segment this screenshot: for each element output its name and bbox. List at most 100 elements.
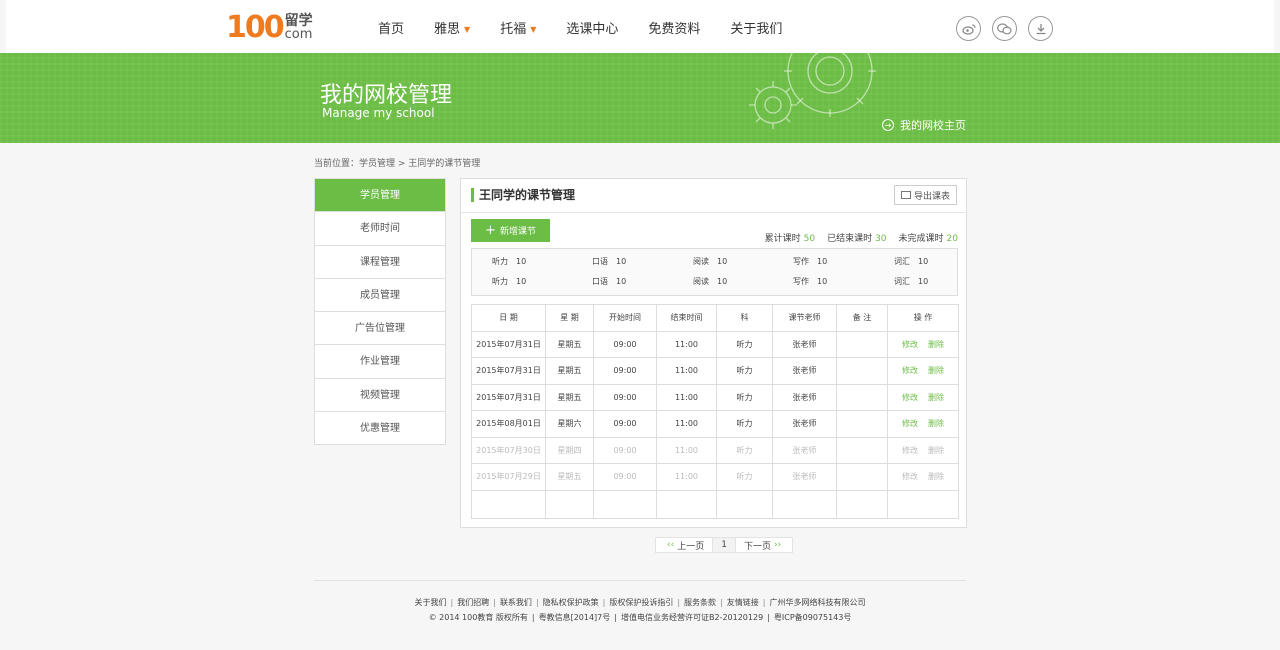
cell-note [836,436,888,464]
cell-start: 09:00 [593,383,657,411]
sidebar-item-6[interactable]: 视频管理 [315,379,445,413]
summary-value: 10 [817,257,828,266]
cell-actions: 修改 删除 [887,463,959,491]
add-lesson-button[interactable]: + 新增课节 [471,219,550,242]
footer-link[interactable]: 服务条款 [684,598,716,607]
edit-link[interactable]: 修改 [902,446,918,455]
current-page[interactable]: 1 [713,537,735,553]
cell-end: 11:00 [656,330,717,358]
footer-link[interactable]: 隐私权保护政策 [543,598,599,607]
summary-key: 听力 [492,277,508,286]
delete-link[interactable]: 删除 [928,419,944,428]
summary-value: 10 [616,257,627,266]
nav-item-4[interactable]: 免费资料 [648,0,700,60]
delete-link[interactable]: 删除 [928,446,944,455]
nav-item-0[interactable]: 首页 [378,0,404,60]
footer-link[interactable]: 我们招聘 [457,598,489,607]
logo-com: com [284,27,313,42]
summary-cell: 词汇 10 [894,256,928,267]
wechat-icon[interactable] [992,16,1017,41]
summary-value: 10 [918,277,929,286]
prev-page-button[interactable]: ‹‹ 上一页 [655,537,714,553]
nav-item-1[interactable]: 雅思 ▼ [434,0,470,60]
summary-cell: 阅读 10 [693,276,727,287]
summary-cell: 听力 10 [492,256,526,267]
my-school-link[interactable]: → 我的网校主页 [882,117,966,133]
column-header: 星 期 [545,304,594,332]
lesson-stats: 累计课时 50 已结束课时 30 未完成课时 20 [753,231,958,244]
empty-cell [545,489,594,519]
nav-item-label: 免费资料 [648,22,701,37]
separator: | [767,613,770,622]
table-row: 2015年07月31日 星期五 09:00 11:00 听力 张老师 修改 删除 [471,383,959,411]
stat-value: 50 [803,234,816,244]
column-header: 科 [716,304,773,332]
summary-key: 写作 [793,277,809,286]
footer-link[interactable]: 友情链接 [727,598,759,607]
nav-item-label: 首页 [378,22,405,37]
next-page-button[interactable]: 下一页 ›› [734,537,794,553]
edit-link[interactable]: 修改 [902,393,918,402]
download-icon[interactable] [1028,16,1053,41]
separator: | [677,598,681,607]
edit-link[interactable]: 修改 [902,340,918,349]
footer-link[interactable]: 版权保护投诉指引 [609,598,673,607]
sidebar-item-4[interactable]: 广告位管理 [315,312,445,346]
cell-note [836,383,888,411]
edit-link[interactable]: 修改 [902,472,918,481]
delete-link[interactable]: 删除 [928,472,944,481]
nav-item-3[interactable]: 选课中心 [566,0,618,60]
top-header: 100 留学 com 首页 雅思 ▼ 托福 ▼ 选课中心 免费资料 关于我们 [6,0,1274,53]
sidebar-item-7[interactable]: 优惠管理 [315,412,445,446]
stat-item: 已结束课时 30 [827,231,886,244]
export-schedule-button[interactable]: 导出课表 [894,185,957,205]
prev-page-label: 上一页 [677,541,705,552]
header-icons [956,16,1064,41]
weibo-icon[interactable] [956,16,981,41]
summary-key: 写作 [793,257,809,266]
summary-cell: 口语 10 [592,276,626,287]
stat-label: 未完成课时 [898,234,944,244]
delete-link[interactable]: 删除 [928,366,944,375]
footer-link[interactable]: 关于我们 [415,598,447,607]
panel-title: 王同学的课节管理 [471,188,575,202]
summary-key: 阅读 [693,257,709,266]
footer-divider [314,580,966,581]
nav-item-2[interactable]: 托福 ▼ [500,0,536,60]
cell-end: 11:00 [656,436,717,464]
banner: 我的网校管理 Manage my school → 我的网校主页 [0,47,1280,143]
edit-link[interactable]: 修改 [902,419,918,428]
empty-cell [471,489,546,519]
site-logo[interactable]: 100 留学 com [226,13,313,43]
cell-note [836,357,888,385]
caret-down-icon: ▼ [464,25,471,34]
cell-start: 09:00 [593,330,657,358]
empty-cell [772,489,837,519]
cell-subject: 听力 [716,463,773,491]
delete-link[interactable]: 删除 [928,393,944,402]
sidebar-item-3[interactable]: 成员管理 [315,279,445,313]
cell-week: 星期五 [545,357,594,385]
sidebar-item-5[interactable]: 作业管理 [315,345,445,379]
double-left-icon: ‹‹ [667,540,675,550]
summary-key: 词汇 [894,257,910,266]
cell-date: 2015年07月30日 [471,436,546,464]
edit-link[interactable]: 修改 [902,366,918,375]
column-header: 备 注 [836,304,888,332]
add-lesson-label: 新增课节 [499,227,536,237]
cell-teacher: 张老师 [772,330,837,358]
sidebar-item-2[interactable]: 课程管理 [315,246,445,279]
cell-date: 2015年07月31日 [471,383,546,411]
cell-date: 2015年07月31日 [471,330,546,358]
banner-subtitle: Manage my school [322,106,435,120]
delete-link[interactable]: 删除 [928,340,944,349]
footer-link[interactable]: 联系我们 [500,598,532,607]
summary-row: 听力 10 口语 10 阅读 10 写作 10 词汇 10 [472,256,957,270]
cell-actions: 修改 删除 [887,357,959,385]
table-row-empty [471,489,959,519]
nav-item-label: 雅思 [434,22,461,37]
sidebar-item-1[interactable]: 老师时间 [315,212,445,246]
separator: | [450,598,454,607]
footer-link[interactable]: 广州华多网络科技有限公司 [769,598,865,607]
sidebar-item-0[interactable]: 学员管理 [315,179,445,213]
